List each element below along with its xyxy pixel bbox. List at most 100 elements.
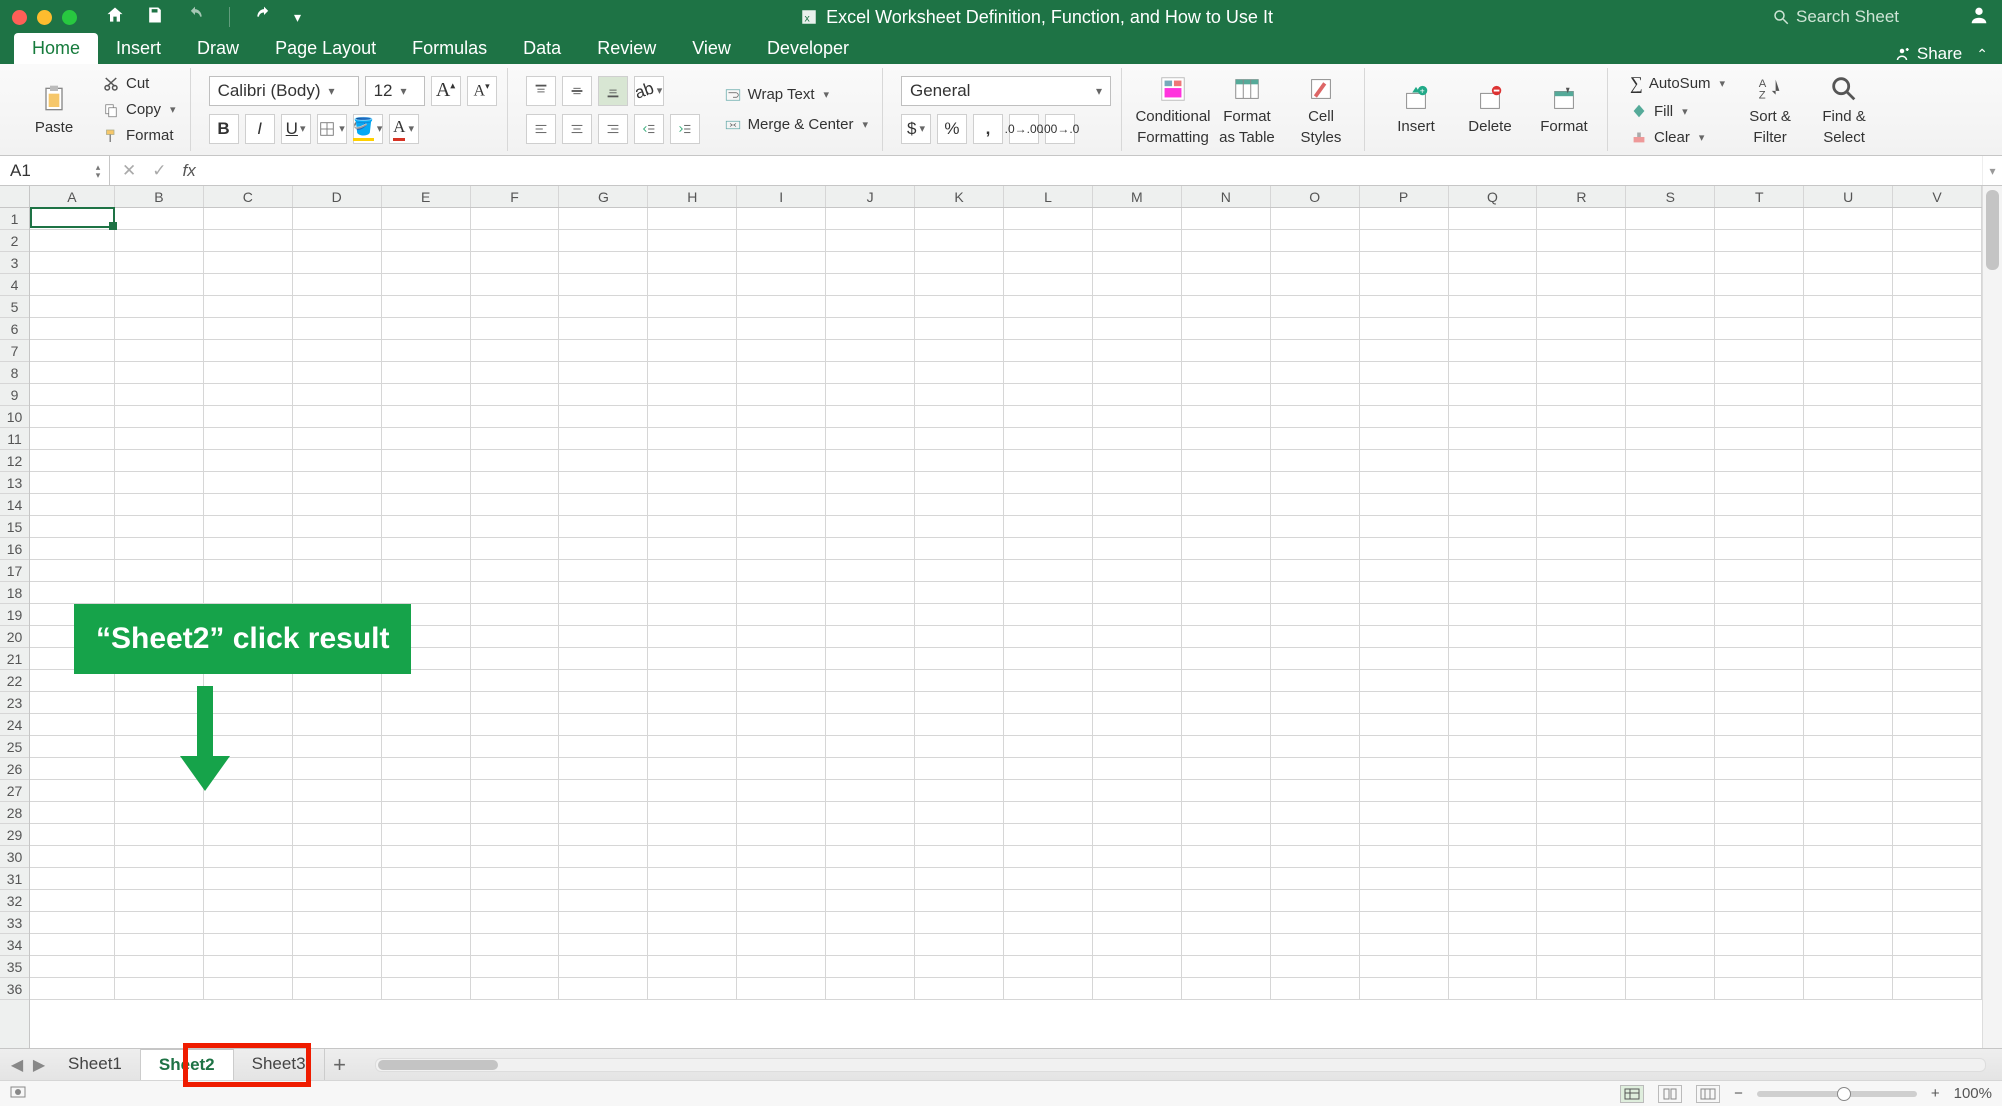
cell[interactable] <box>293 846 382 868</box>
cell[interactable] <box>293 912 382 934</box>
cell[interactable] <box>1537 450 1626 472</box>
cell[interactable] <box>30 428 115 450</box>
cell[interactable] <box>115 274 204 296</box>
cell[interactable] <box>1182 582 1271 604</box>
cell[interactable] <box>1449 736 1538 758</box>
cell[interactable] <box>1182 406 1271 428</box>
cell[interactable] <box>1537 978 1626 1000</box>
cell[interactable] <box>1093 934 1182 956</box>
cell[interactable] <box>1004 274 1093 296</box>
cell[interactable] <box>471 340 560 362</box>
row-header[interactable]: 9 <box>0 384 29 406</box>
cell[interactable] <box>30 692 115 714</box>
cell[interactable] <box>1804 582 1893 604</box>
cell[interactable] <box>1715 318 1804 340</box>
cell[interactable] <box>915 406 1004 428</box>
cell[interactable] <box>1626 450 1715 472</box>
cell[interactable] <box>1804 956 1893 978</box>
cell[interactable] <box>648 274 737 296</box>
cell[interactable] <box>1004 208 1093 230</box>
cell[interactable] <box>1804 230 1893 252</box>
cell[interactable] <box>1182 736 1271 758</box>
cell[interactable] <box>1093 252 1182 274</box>
cell[interactable] <box>1804 494 1893 516</box>
cell[interactable] <box>1715 648 1804 670</box>
cell[interactable] <box>1182 208 1271 230</box>
cell[interactable] <box>204 494 293 516</box>
cell[interactable] <box>30 890 115 912</box>
cell[interactable] <box>382 978 471 1000</box>
cell[interactable] <box>1449 692 1538 714</box>
cell[interactable] <box>1093 516 1182 538</box>
cell[interactable] <box>1093 912 1182 934</box>
cell[interactable] <box>115 494 204 516</box>
cell[interactable] <box>1626 692 1715 714</box>
cell[interactable] <box>915 362 1004 384</box>
cell[interactable] <box>293 230 382 252</box>
cell[interactable] <box>30 296 115 318</box>
cell[interactable] <box>1093 978 1182 1000</box>
cell[interactable] <box>115 340 204 362</box>
row-header[interactable]: 23 <box>0 692 29 714</box>
cell[interactable] <box>1271 516 1360 538</box>
cell[interactable] <box>115 208 204 230</box>
cell[interactable] <box>382 714 471 736</box>
column-header[interactable]: K <box>915 186 1004 207</box>
cell[interactable] <box>293 428 382 450</box>
save-icon[interactable] <box>145 5 165 30</box>
cell[interactable] <box>1360 362 1449 384</box>
cell[interactable] <box>1360 428 1449 450</box>
cell[interactable] <box>293 736 382 758</box>
cell[interactable] <box>1360 956 1449 978</box>
cell[interactable] <box>471 318 560 340</box>
cell[interactable] <box>1360 714 1449 736</box>
cell[interactable] <box>1715 428 1804 450</box>
cell[interactable] <box>1626 230 1715 252</box>
cell[interactable] <box>293 758 382 780</box>
cell[interactable] <box>1804 802 1893 824</box>
cell[interactable] <box>1893 868 1982 890</box>
cell[interactable] <box>1449 758 1538 780</box>
cell[interactable] <box>559 472 648 494</box>
cell[interactable] <box>1715 758 1804 780</box>
row-header[interactable]: 31 <box>0 868 29 890</box>
cell[interactable] <box>1537 340 1626 362</box>
cell[interactable] <box>1626 428 1715 450</box>
cell[interactable] <box>115 450 204 472</box>
cell[interactable] <box>1449 780 1538 802</box>
cell[interactable] <box>1271 362 1360 384</box>
cell[interactable] <box>1271 846 1360 868</box>
cell[interactable] <box>471 736 560 758</box>
cell[interactable] <box>1449 428 1538 450</box>
fill-button[interactable]: Fill▾ <box>1626 100 1729 122</box>
cell[interactable] <box>30 384 115 406</box>
cell[interactable] <box>1537 538 1626 560</box>
percent-button[interactable]: % <box>937 114 967 144</box>
cell[interactable] <box>648 428 737 450</box>
cell[interactable] <box>1182 362 1271 384</box>
cell[interactable] <box>1360 626 1449 648</box>
page-layout-view-button[interactable] <box>1658 1085 1682 1103</box>
row-header[interactable]: 20 <box>0 626 29 648</box>
cell[interactable] <box>648 450 737 472</box>
cell[interactable] <box>471 934 560 956</box>
cell[interactable] <box>1093 208 1182 230</box>
column-header[interactable]: F <box>471 186 560 207</box>
cell[interactable] <box>559 978 648 1000</box>
cell[interactable] <box>737 318 826 340</box>
cell[interactable] <box>1893 714 1982 736</box>
cell[interactable] <box>1182 846 1271 868</box>
cell[interactable] <box>915 802 1004 824</box>
minimize-window-icon[interactable] <box>37 10 52 25</box>
cell[interactable] <box>30 912 115 934</box>
increase-decimal-button[interactable]: .0→.00 <box>1009 114 1039 144</box>
cell[interactable] <box>1715 890 1804 912</box>
vertical-scrollbar-thumb[interactable] <box>1986 190 1999 270</box>
cell[interactable] <box>204 274 293 296</box>
cell[interactable] <box>1182 384 1271 406</box>
cell[interactable] <box>382 406 471 428</box>
cell[interactable] <box>1004 230 1093 252</box>
cell[interactable] <box>737 450 826 472</box>
cell[interactable] <box>1893 428 1982 450</box>
cell[interactable] <box>1182 230 1271 252</box>
